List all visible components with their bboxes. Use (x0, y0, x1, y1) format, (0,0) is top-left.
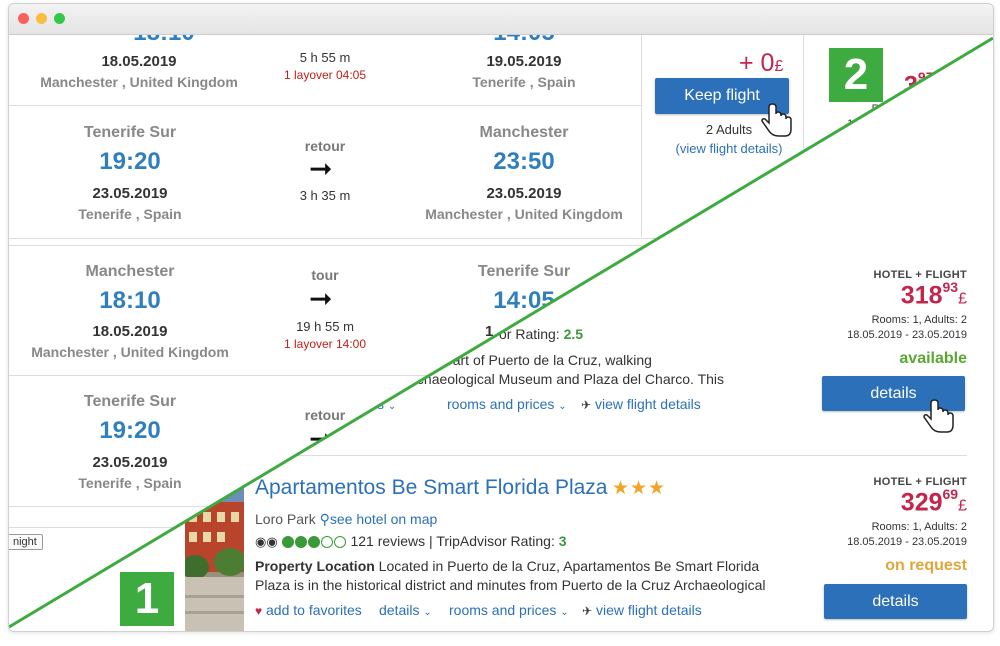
maximize-window-button[interactable] (54, 13, 65, 24)
keep-flight-divider (641, 35, 642, 237)
step-badge-1: 1 (120, 572, 174, 626)
return-arrival-city: Manchester (479, 124, 569, 141)
plane-icon: ✈ (581, 398, 592, 412)
browser-titlebar (9, 4, 993, 35)
hotel-b-description-line2: Plaza is in the historical district and … (255, 577, 766, 593)
outbound-departure-date: 18.05.2019 (101, 53, 177, 70)
second-return-departure-city: Tenerife Sur (83, 393, 177, 410)
hotel-b-details-button[interactable]: details (824, 584, 967, 619)
hotel-b-dates: 18.05.2019 - 23.05.2019 (847, 536, 967, 548)
return-arrival-place: Manchester , United Kingdom (425, 206, 623, 222)
hotel-a-flight-link[interactable]: ✈ view flight details (581, 396, 701, 412)
heart-icon: ♥ (255, 604, 263, 618)
second-outbound-departure-time: 18:10 (99, 287, 161, 314)
hotel-b-rooms: Rooms: 1, Adults: 2 (871, 521, 967, 533)
return-arrival-date: 23.05.2019 (486, 185, 562, 202)
add-to-favorites-link[interactable]: ♥ add to favorites (255, 602, 362, 618)
price-delta: + 0£ (739, 49, 784, 77)
chevron-down-icon: ⌄ (558, 401, 567, 412)
second-return-departure-date: 23.05.2019 (92, 454, 168, 471)
arrow-right-icon: ➞ (309, 283, 333, 314)
hotel-a-rating: or Rating: 2.5 (499, 326, 584, 342)
second-outbound-direction-label: tour (311, 267, 339, 283)
outbound-departure-place: Manchester , United Kingdom (40, 74, 238, 90)
star-rating: ★★★ (611, 478, 667, 499)
page-content: 18:10 18.05.2019 Manchester , United Kin… (9, 35, 993, 631)
outbound-layover: 1 layover 04:05 (283, 68, 367, 82)
chevron-down-icon: ⌄ (423, 607, 432, 618)
view-flight-details-link[interactable]: (view flight details) (659, 141, 799, 156)
hotel-b-title[interactable]: Apartamentos Be Smart Florida Plaza ★★★ (255, 476, 666, 500)
return-departure-city: Tenerife Sur (83, 124, 177, 141)
return-direction-label: retour (304, 138, 346, 154)
second-outbound-departure-city: Manchester (85, 263, 175, 280)
second-outbound-arrival-date: 1 (485, 323, 494, 340)
outbound-arrival-date: 19.05.2019 (486, 53, 562, 70)
map-pin-icon: ⚲ (319, 511, 330, 527)
tripadvisor-owl-icon: ◉◉ (255, 534, 278, 549)
second-return-departure-time: 19:20 (99, 417, 161, 444)
hotel-a-price: 31893£ (900, 279, 967, 310)
hotel-b-reviews: ◉◉ 121 reviews | TripAdvisor Rating: 3 (255, 533, 567, 549)
chevron-down-icon: ⌄ (387, 401, 397, 412)
hotel-b-rooms-link[interactable]: rooms and prices ⌄ (449, 602, 569, 618)
return-duration: 3 h 35 m (299, 188, 351, 203)
second-outbound-layover: 1 layover 14:00 (283, 337, 367, 351)
hand-pointer-icon (919, 399, 959, 435)
hotel-divider (189, 455, 967, 456)
return-departure-time: 19:20 (99, 148, 161, 175)
return-arrival-time: 23:50 (493, 148, 555, 175)
hotel-a-dates: 18.05.2019 - 23.05.2019 (847, 329, 967, 341)
chevron-down-icon: ⌄ (560, 607, 569, 618)
second-outbound-departure-place: Manchester , United Kingdom (31, 344, 229, 360)
plane-icon: ✈ (582, 604, 593, 618)
minimize-window-button[interactable] (36, 13, 47, 24)
second-outbound-departure-date: 18.05.2019 (92, 323, 168, 340)
browser-window: 18:10 18.05.2019 Manchester , United Kin… (8, 3, 994, 632)
outbound-arrival-place: Tenerife , Spain (472, 74, 576, 90)
close-window-button[interactable] (18, 13, 29, 24)
adults-count: 2 Adults (705, 122, 753, 137)
return-departure-date: 23.05.2019 (92, 185, 168, 202)
hotel-a-rooms-link[interactable]: rooms and prices ⌄ (447, 396, 567, 412)
outbound-departure-time: 18:10 (89, 35, 239, 47)
see-hotel-on-map-link[interactable]: see hotel on map (330, 511, 437, 527)
second-outbound-arrival-city: Tenerife Sur (477, 263, 571, 280)
hotel-b-flight-link[interactable]: ✈ view flight details (582, 602, 702, 618)
second-outbound-duration: 19 h 55 m (296, 319, 354, 334)
night-chip[interactable]: night (9, 534, 43, 550)
hotel-a-description-line2: uz Archaeological Museum and Plaza del C… (385, 371, 725, 387)
hotel-b-description-line1: Property Location Located in Puerto de l… (255, 558, 760, 574)
hotel-b-location: Loro Park ⚲see hotel on map (255, 511, 438, 527)
hotel-b-availability: on request (885, 557, 967, 574)
outbound-arrival-time: 14:05 (449, 35, 599, 47)
hotel-b-price: 32969£ (900, 486, 967, 517)
arrow-right-icon: ➞ (309, 153, 333, 184)
rating-circles (281, 533, 347, 549)
hotel-a-rooms: Rooms: 1, Adults: 2 (871, 314, 967, 326)
second-return-departure-place: Tenerife , Spain (78, 475, 182, 491)
step-badge-2: 2 (829, 48, 883, 102)
return-departure-place: Tenerife , Spain (78, 206, 182, 222)
flight-leg-divider (9, 105, 641, 106)
hotel-a-availability: available (899, 350, 967, 367)
hotel-b-details-link[interactable]: details ⌄ (379, 602, 432, 618)
outbound-duration: 5 h 55 m (299, 50, 351, 65)
